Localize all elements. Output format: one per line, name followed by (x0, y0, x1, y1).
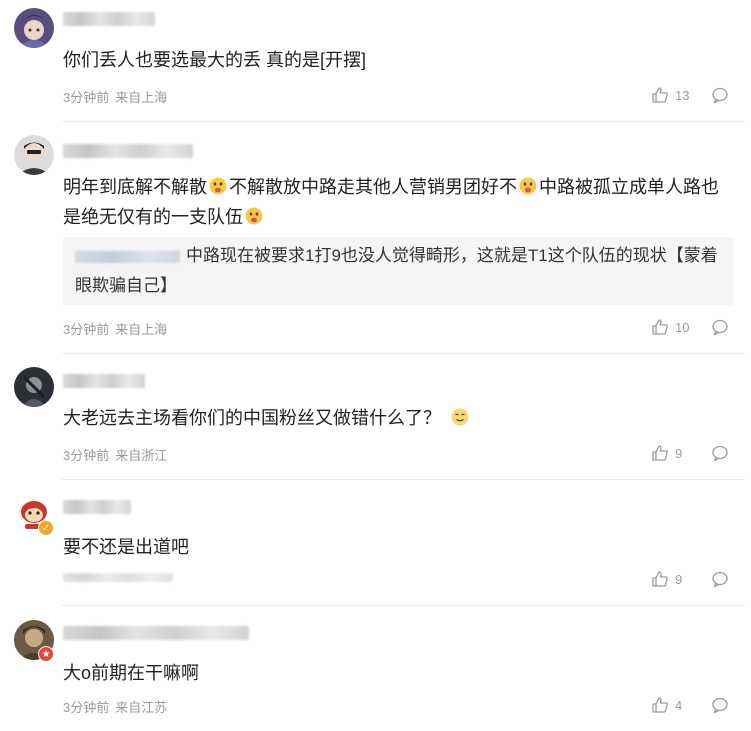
username-redacted[interactable] (63, 626, 249, 640)
thumbs-up-icon[interactable] (651, 570, 669, 588)
location: 来自浙江 (115, 448, 168, 463)
comment-meta: 3分钟前 来自浙江 (63, 445, 173, 464)
comment-meta: 3分钟前 来自江苏 (63, 697, 173, 716)
emoji-icon (244, 205, 264, 225)
comment-bubble-icon[interactable] (711, 444, 729, 462)
like-count: 10 (675, 319, 690, 335)
verified-badge-icon: ✓ (38, 520, 54, 536)
username-redacted[interactable] (63, 144, 193, 158)
avatar[interactable] (14, 367, 54, 407)
timestamp: 3分钟前 (63, 322, 110, 337)
comment-text: 你们丢人也要选最大的丢 真的是[开摆] (63, 50, 367, 70)
comment-bubble-icon[interactable] (711, 570, 729, 588)
quoted-reply[interactable]: 中路现在被要求1打9也没人觉得畸形，这就是T1这个队伍的现状【蒙着眼欺骗自己】 (63, 237, 733, 305)
comment-meta: 3分钟前 来自上海 (63, 319, 173, 338)
timestamp: 3分钟前 (63, 700, 110, 715)
comment-item: 大老远去主场看你们的中国粉丝又做错什么了？ 3分钟前 来自浙江 9 (0, 354, 751, 480)
like-count: 13 (675, 87, 690, 103)
comment-actions: 13 (651, 86, 729, 104)
avatar[interactable] (14, 135, 54, 175)
comment-item: 你们丢人也要选最大的丢 真的是[开摆] 3分钟前 来自上海 13 (0, 0, 751, 122)
avatar[interactable] (14, 8, 54, 48)
comment-text: 大老远去主场看你们的中国粉丝又做错什么了？ (63, 403, 733, 433)
location: 来自上海 (115, 90, 168, 105)
emoji-icon (208, 175, 228, 195)
emoji-icon (450, 406, 470, 426)
comment-meta: 3分钟前 来自上海 (63, 87, 173, 106)
comment-text: 明年到底解不解散 不解散放中路走其他人营销男团好不 中路被孤立成单人路也是绝无仅有的… (63, 172, 733, 232)
comment-bubble-icon[interactable] (711, 86, 729, 104)
quoted-reply-content: 中路现在被要求1打9也没人觉得畸形，这就是T1这个队伍的现状【蒙着眼欺骗自己】 (63, 237, 733, 305)
emoji-icon (518, 175, 538, 195)
comment-item: ★ 大o前期在干嘛啊 3分钟前 来自江苏 4 (0, 606, 751, 731)
comment-text-part: 大老远去主场看你们的中国粉丝又做错什么了？ (63, 408, 441, 428)
comment-actions: 9 (651, 444, 729, 462)
comment-text: 要不还是出道吧 (63, 537, 189, 557)
comment-actions: 9 (651, 570, 729, 588)
username-redacted[interactable] (63, 374, 145, 388)
like-count: 4 (675, 697, 683, 713)
meta-redacted (63, 573, 173, 582)
comment-bubble-icon[interactable] (711, 696, 729, 714)
username-redacted[interactable] (63, 12, 155, 26)
like-count: 9 (675, 571, 683, 587)
timestamp: 3分钟前 (63, 90, 110, 105)
comment-actions: 10 (651, 318, 729, 336)
username-redacted[interactable] (63, 500, 131, 514)
comment-actions: 4 (651, 696, 729, 714)
comment-item: 明年到底解不解散 不解散放中路走其他人营销男团好不 中路被孤立成单人路也是绝无仅有的… (0, 122, 751, 354)
comment-item: ✓ 要不还是出道吧 9 (0, 480, 751, 606)
reply-username-redacted[interactable] (75, 250, 180, 263)
thumbs-up-icon[interactable] (651, 696, 669, 714)
comment-text: 大o前期在干嘛啊 (63, 663, 200, 683)
thumbs-up-icon[interactable] (651, 86, 669, 104)
star-badge-icon: ★ (38, 646, 54, 662)
comment-text-part: 明年到底解不解散 (63, 177, 207, 197)
timestamp: 3分钟前 (63, 448, 110, 463)
thumbs-up-icon[interactable] (651, 444, 669, 462)
thumbs-up-icon[interactable] (651, 318, 669, 336)
like-count: 9 (675, 445, 683, 461)
comment-text-part: 不解散放中路走其他人营销男团好不 (229, 177, 517, 197)
location: 来自上海 (115, 322, 168, 337)
comment-bubble-icon[interactable] (711, 318, 729, 336)
location: 来自江苏 (115, 700, 168, 715)
